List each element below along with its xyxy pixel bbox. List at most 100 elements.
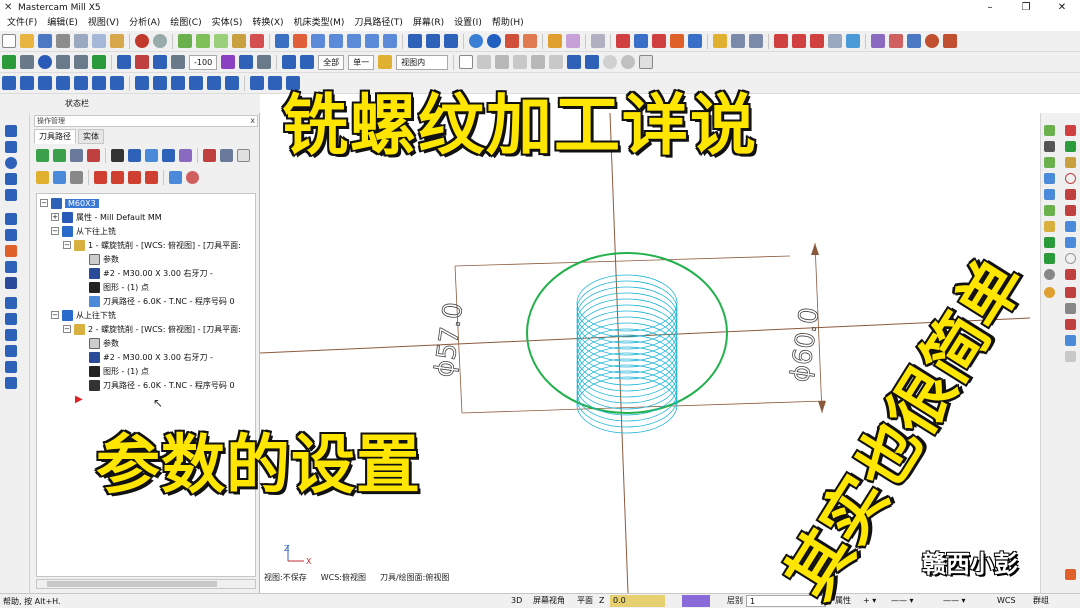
drill-icon[interactable] xyxy=(239,55,254,69)
pointer-icon[interactable] xyxy=(300,55,315,69)
circle-outline-icon[interactable] xyxy=(1065,173,1076,184)
zoom-in-icon[interactable] xyxy=(329,34,343,48)
close-button[interactable]: ✕ xyxy=(1044,0,1080,15)
delete-ops-icon[interactable] xyxy=(203,148,216,162)
surface-icon[interactable] xyxy=(135,76,149,90)
verify-icon[interactable] xyxy=(567,55,582,69)
zoom-window-icon[interactable] xyxy=(311,34,325,48)
plus-green-icon[interactable] xyxy=(1065,141,1076,152)
extrude-tool-icon[interactable] xyxy=(5,245,17,257)
line-red-icon[interactable] xyxy=(1065,269,1076,280)
edit-icon[interactable] xyxy=(828,34,842,48)
menu-machine-type[interactable]: 机床类型(M) xyxy=(289,15,350,31)
select-all-dropdown[interactable]: 全部 xyxy=(318,54,345,70)
arrow-icon[interactable] xyxy=(257,55,272,69)
palette-icon[interactable] xyxy=(889,34,903,48)
check-icon[interactable] xyxy=(585,55,600,69)
simulate-op-icon[interactable] xyxy=(145,148,158,162)
regen-dirty-icon[interactable] xyxy=(87,148,100,162)
plane-button[interactable]: 平面 xyxy=(574,595,596,607)
curve-red-icon[interactable] xyxy=(1065,287,1076,298)
tree-op1-tool[interactable]: #2 - M30.00 X 3.00 右牙刀 - xyxy=(89,266,213,280)
redo-icon[interactable] xyxy=(153,34,167,48)
wcs-button[interactable]: WCS xyxy=(994,595,1019,607)
wand-icon[interactable] xyxy=(591,34,605,48)
tree-op1-params[interactable]: 参数 xyxy=(89,252,119,266)
solid-cube-icon[interactable] xyxy=(232,34,246,48)
arc-red-icon[interactable] xyxy=(1065,125,1076,136)
clear-icon[interactable] xyxy=(603,55,618,69)
collapse-icon[interactable]: − xyxy=(63,241,71,249)
circle-icon[interactable] xyxy=(38,55,52,69)
wire-cube-icon[interactable] xyxy=(196,34,210,48)
help-icon[interactable] xyxy=(639,55,654,69)
tree-op2-toolpath[interactable]: 刀具路径 - 6.0K - T.NC - 程序号码 0 xyxy=(89,378,235,392)
tree-root[interactable]: − M60X3 xyxy=(40,196,99,210)
menu-view[interactable]: 视图(V) xyxy=(83,15,124,31)
frame-tool-icon[interactable] xyxy=(5,213,17,225)
menu-solids[interactable]: 实体(S) xyxy=(207,15,248,31)
mill-icon[interactable] xyxy=(2,76,16,90)
break-icon[interactable] xyxy=(171,55,185,69)
circle-mill-icon[interactable] xyxy=(110,76,124,90)
layers-blue-icon[interactable] xyxy=(1065,237,1076,248)
cube-green-icon[interactable] xyxy=(1044,125,1055,136)
paste-icon[interactable] xyxy=(110,34,124,48)
bucket-tool-icon[interactable] xyxy=(5,329,17,341)
menu-screen[interactable]: 屏幕(R) xyxy=(408,15,449,31)
gview-icon[interactable] xyxy=(469,34,483,48)
trim-icon[interactable] xyxy=(135,55,149,69)
note-icon[interactable] xyxy=(1065,351,1076,362)
view-mode-dropdown[interactable]: 视图内 xyxy=(396,54,449,70)
new-file-icon[interactable] xyxy=(2,34,16,48)
group-button[interactable]: 群组 xyxy=(1030,595,1052,607)
select-dirty-ops-icon[interactable] xyxy=(53,148,66,162)
edge-select-icon[interactable] xyxy=(513,55,528,69)
blocks-icon[interactable] xyxy=(1044,189,1055,200)
menu-analyze[interactable]: 分析(A) xyxy=(124,15,165,31)
chart-tool-icon[interactable] xyxy=(5,361,17,373)
menu-file[interactable]: 文件(F) xyxy=(2,15,42,31)
measure-icon[interactable] xyxy=(731,34,745,48)
collapse-icon[interactable]: − xyxy=(63,325,71,333)
lock-icon[interactable] xyxy=(36,170,49,184)
mode-3d-button[interactable]: 3D xyxy=(508,595,525,607)
maximize-button[interactable]: ❐ xyxy=(1008,0,1044,15)
globe-icon[interactable] xyxy=(925,34,939,48)
cursor-icon[interactable] xyxy=(378,55,393,69)
tree-op1-toolpath[interactable]: 刀具路径 - 6.0K - T.NC - 程序号码 0 xyxy=(89,294,235,308)
g1-post-icon[interactable] xyxy=(162,148,175,162)
body-select-icon[interactable] xyxy=(531,55,546,69)
grid-red-icon[interactable] xyxy=(1065,189,1076,200)
line-icon[interactable] xyxy=(20,55,34,69)
top-view-icon[interactable] xyxy=(408,34,422,48)
verify-op-icon[interactable] xyxy=(128,148,141,162)
tree-operation-1[interactable]: − 1 - 螺旋铣削 - [WCS: 俯视图] - [刀具平面: xyxy=(63,238,241,252)
stock-icon[interactable] xyxy=(225,76,239,90)
lock-ops-icon[interactable] xyxy=(220,148,233,162)
cube-blue-icon[interactable] xyxy=(1065,221,1076,232)
trim-op-icon[interactable] xyxy=(171,76,185,90)
offset-icon[interactable] xyxy=(153,55,167,69)
shaded-cube-icon[interactable] xyxy=(178,34,192,48)
filter-icon[interactable] xyxy=(549,55,564,69)
tree-op2-params[interactable]: 参数 xyxy=(89,336,119,350)
high-feed-icon[interactable] xyxy=(179,148,192,162)
screen-view-button[interactable]: 屏幕视角 xyxy=(530,595,568,607)
wireframe-icon[interactable] xyxy=(523,34,537,48)
select-all-ops-icon[interactable] xyxy=(36,148,49,162)
wire-icon[interactable] xyxy=(189,76,203,90)
scrollbar-thumb[interactable] xyxy=(47,581,217,587)
slash-icon[interactable] xyxy=(1065,253,1076,264)
stack-tool-icon[interactable] xyxy=(5,313,17,325)
simulate-icon[interactable] xyxy=(268,76,282,90)
sweep-tool-icon[interactable] xyxy=(5,261,17,273)
settings-icon[interactable] xyxy=(846,34,860,48)
clock-icon[interactable] xyxy=(1044,287,1055,298)
layers-tool-icon[interactable] xyxy=(5,297,17,309)
move-up-icon[interactable] xyxy=(111,170,124,184)
table-icon[interactable] xyxy=(792,34,806,48)
fillet-icon[interactable] xyxy=(56,55,70,69)
point-tool-icon[interactable] xyxy=(5,125,17,137)
toggle-posting-icon[interactable] xyxy=(70,170,83,184)
